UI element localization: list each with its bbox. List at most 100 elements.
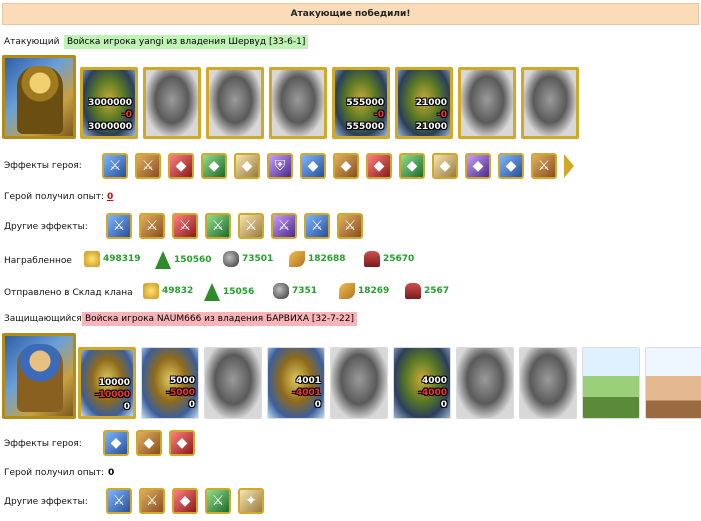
gray-griffin-unit[interactable] [269, 67, 327, 139]
unit-art [520, 348, 576, 418]
attacker-hero-portrait[interactable] [2, 55, 76, 139]
battle-result-banner: Атакующие победили! [2, 3, 699, 25]
sword-icon[interactable]: ⚔ [139, 213, 165, 239]
red-sword-icon[interactable]: ⚔ [238, 213, 264, 239]
defender-xp-value: 0 [108, 468, 115, 478]
blue-sword-icon[interactable]: ⚔ [205, 213, 231, 239]
crystal-icon[interactable]: ◆ [465, 153, 491, 179]
clan-storage-label: Отправлено в Склад клана [4, 288, 133, 298]
green-guard-unit[interactable]: 4000 -4000 0 [393, 347, 451, 419]
unit-count-loss: -5000 [166, 388, 195, 398]
defender-hero-portrait[interactable] [2, 333, 76, 419]
defender-other-effects-label: Другие эффекты: [4, 497, 88, 507]
gold-resource: 498319 [84, 251, 141, 267]
ore-icon [273, 283, 289, 299]
gray-warrior-unit[interactable] [143, 67, 201, 139]
attacker-army-tag[interactable]: Войска игрока yangi из владения Шервуд [… [64, 35, 309, 49]
unit-art [209, 70, 261, 136]
book-icon[interactable]: ◆ [399, 153, 425, 179]
unit-count-top: 4001 [295, 376, 321, 386]
resource-value: 18269 [358, 286, 390, 296]
bag-icon[interactable]: ◆ [333, 153, 359, 179]
gray-dark-knight-unit[interactable] [456, 347, 514, 419]
unit-art [457, 348, 513, 418]
wood-resource: 15056 [204, 283, 254, 301]
attacker-xp-value[interactable]: 0 [107, 192, 113, 202]
glove-icon[interactable]: ◆ [168, 153, 194, 179]
defender-label: Защищающийся [4, 314, 82, 324]
defender-xp-label: Герой получил опыт: [4, 468, 104, 478]
chest-icon[interactable]: ◆ [201, 153, 227, 179]
unit-count-bottom: 0 [440, 400, 447, 410]
scroll-icon[interactable]: ◆ [432, 153, 458, 179]
gray-reaper-unit[interactable] [521, 67, 579, 139]
unit-count-top: 21000 [415, 98, 447, 108]
griffin-unit[interactable]: 4001 -4001 0 [267, 347, 325, 419]
unit-count-loss: -4000 [418, 388, 447, 398]
defender-effects-label: Эффекты героя: [4, 439, 82, 449]
dove-icon[interactable]: ✦ [238, 488, 264, 514]
golden-archer-unit[interactable]: 3000000 -0 3000000 [80, 67, 138, 139]
unit-count-bottom: 555000 [346, 122, 384, 132]
heart-sword-icon[interactable]: ⚔ [106, 488, 132, 514]
stone-icon [405, 283, 421, 299]
resource-value: 498319 [103, 254, 141, 264]
unit-art [461, 70, 513, 136]
effects-scroll-right-icon[interactable] [564, 154, 574, 178]
gray-dark-knight-unit[interactable] [458, 67, 516, 139]
tent-icon[interactable]: ◆ [498, 153, 524, 179]
unit-count-bottom: 0 [123, 402, 130, 412]
unit-count-bottom: 0 [188, 400, 195, 410]
red-sword-icon[interactable]: ⚔ [172, 213, 198, 239]
green-tower-unit[interactable] [582, 347, 640, 419]
unit-count-top: 4000 [421, 376, 447, 386]
red-sword-icon[interactable]: ⚔ [271, 213, 297, 239]
golden-spearman-unit[interactable]: 5000 -5000 0 [141, 347, 199, 419]
unit-count-loss: -10000 [94, 390, 130, 400]
heart-sword-icon[interactable]: ⚔ [139, 488, 165, 514]
attacker-label: Атакующий [4, 37, 60, 47]
eye-icon[interactable]: ◆ [169, 430, 195, 456]
unit-count-loss: -0 [122, 110, 132, 120]
potion-icon[interactable]: ◆ [234, 153, 260, 179]
unit-count-bottom: 21000 [415, 122, 447, 132]
gray-knight-unit[interactable] [204, 347, 262, 419]
resource-value: 182688 [308, 254, 346, 264]
sword-icon[interactable]: ⚔ [102, 153, 128, 179]
gray-knight-unit[interactable] [206, 67, 264, 139]
unit-art [646, 348, 701, 418]
wall-icon[interactable]: ◆ [136, 430, 162, 456]
shield-icon[interactable]: ⛨ [267, 153, 293, 179]
ore-resource: 73501 [223, 251, 273, 267]
wheat-resource: 182688 [289, 251, 346, 267]
sword-icon[interactable]: ⚔ [304, 213, 330, 239]
crossbowman-unit[interactable]: 555000 -0 555000 [332, 67, 390, 139]
gold-icon [143, 283, 159, 299]
green-guard-unit[interactable]: 21000 -0 21000 [395, 67, 453, 139]
unit-art [331, 348, 387, 418]
unit-art [146, 70, 198, 136]
blue-sword-icon[interactable]: ⚔ [205, 488, 231, 514]
stone-tower-unit[interactable] [645, 347, 701, 419]
unit-art [583, 348, 639, 418]
resource-value: 49832 [162, 286, 194, 296]
blue-sword-icon[interactable]: ⚔ [106, 213, 132, 239]
defender-army-tag[interactable]: Войска игрока NAUM666 из владения БАРВИХ… [82, 312, 358, 326]
gray-archer-unit[interactable] [330, 347, 388, 419]
banner-icon[interactable]: ◆ [300, 153, 326, 179]
gold-icon [84, 251, 100, 267]
red-sword-icon[interactable]: ⚔ [337, 213, 363, 239]
wheat-icon [289, 251, 305, 267]
cart-icon[interactable]: ◆ [103, 430, 129, 456]
unit-art [524, 70, 576, 136]
unit-count-top: 3000000 [88, 98, 132, 108]
ring-icon[interactable]: ◆ [366, 153, 392, 179]
peasant-cart-unit[interactable]: 10000 -10000 0 [78, 347, 136, 419]
unit-count-bottom: 3000000 [88, 122, 132, 132]
potion-bottle-icon[interactable]: ◆ [172, 488, 198, 514]
shield-sword-icon[interactable]: ⚔ [135, 153, 161, 179]
ore-icon [223, 251, 239, 267]
gray-reaper-unit[interactable] [519, 347, 577, 419]
wood-icon [155, 251, 171, 269]
spear-icon[interactable]: ⚔ [531, 153, 557, 179]
